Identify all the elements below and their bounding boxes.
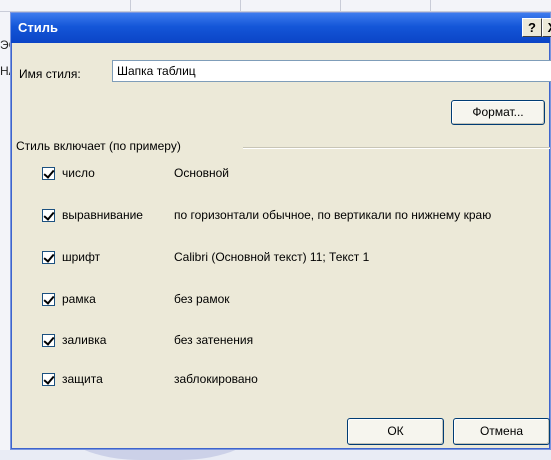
gridline (340, 0, 341, 12)
option-row-font: шрифт Calibri (Основной текст) 11; Текст… (11, 249, 550, 269)
option-value-protection: заблокировано (174, 372, 258, 386)
style-dialog: Стиль ? X Имя стиля: Формат... Стиль вкл… (10, 12, 551, 450)
option-label-number[interactable]: число (62, 166, 95, 180)
group-divider (243, 147, 550, 149)
help-button[interactable]: ? (522, 18, 542, 37)
option-label-alignment[interactable]: выравнивание (62, 208, 143, 222)
checkbox-fill[interactable] (42, 334, 55, 347)
option-value-alignment: по горизонтали обычное, по вертикали по … (174, 208, 492, 222)
ok-button[interactable]: ОК (347, 418, 444, 445)
close-button[interactable]: X (542, 18, 551, 37)
option-row-protection: защита заблокировано (11, 371, 550, 391)
option-row-alignment: выравнивание по горизонтали обычное, по … (11, 207, 550, 227)
checkbox-alignment[interactable] (42, 209, 55, 222)
option-row-number: число Основной (11, 165, 550, 185)
group-title: Стиль включает (по примеру) (16, 139, 185, 153)
option-label-border[interactable]: рамка (62, 292, 96, 306)
title-bar[interactable]: Стиль ? X (11, 13, 551, 43)
gridline (430, 0, 431, 12)
cancel-button[interactable]: Отмена (453, 418, 550, 445)
format-button[interactable]: Формат... (451, 100, 545, 125)
option-value-font: Calibri (Основной текст) 11; Текст 1 (174, 250, 370, 264)
option-value-border: без рамок (174, 292, 230, 306)
option-label-font[interactable]: шрифт (62, 250, 100, 264)
checkbox-protection[interactable] (42, 373, 55, 386)
option-row-fill: заливка без затенения (11, 332, 550, 352)
option-row-border: рамка без рамок (11, 291, 550, 311)
dialog-title: Стиль (18, 20, 58, 35)
option-value-fill: без затенения (174, 333, 254, 347)
gridline (130, 0, 131, 12)
gridline (240, 0, 241, 12)
option-value-number: Основной (174, 166, 230, 180)
checkbox-font[interactable] (42, 251, 55, 264)
option-label-fill[interactable]: заливка (62, 333, 106, 347)
style-name-input[interactable] (112, 60, 551, 82)
checkbox-border[interactable] (42, 293, 55, 306)
option-label-protection[interactable]: защита (62, 372, 103, 386)
checkbox-number[interactable] (42, 167, 55, 180)
style-name-label: Имя стиля: (19, 67, 81, 81)
